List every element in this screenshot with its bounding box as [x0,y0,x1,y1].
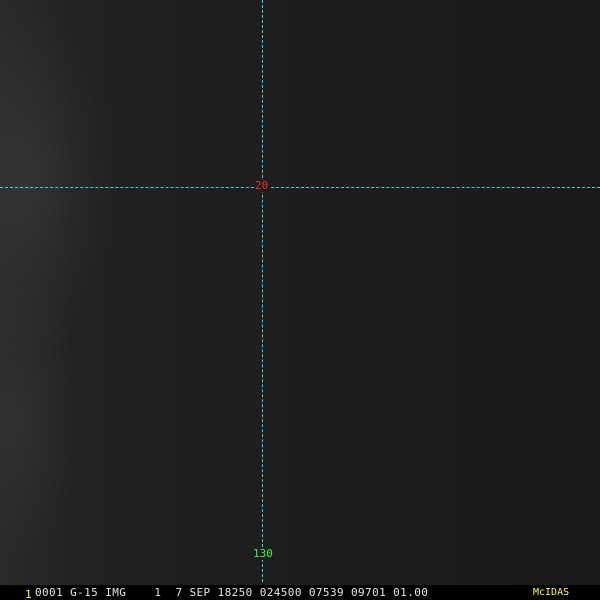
satellite-image [0,0,600,585]
longitude-label: 130 [252,547,274,560]
mcidas-brand-label: McIDAS [533,587,570,598]
latitude-label: 20 [254,179,270,192]
image-status-bar: 1 0001 G-15 IMG 1 7 SEP 18250 024500 075… [0,585,600,600]
longitude-gridline [262,0,263,582]
image-info-text: 0001 G-15 IMG 1 7 SEP 18250 024500 07539… [35,586,429,599]
mcidas-display: 20 130 1 0001 G-15 IMG 1 7 SEP 18250 024… [0,0,600,600]
latitude-gridline [0,187,600,188]
frame-number: 1 [25,588,32,600]
